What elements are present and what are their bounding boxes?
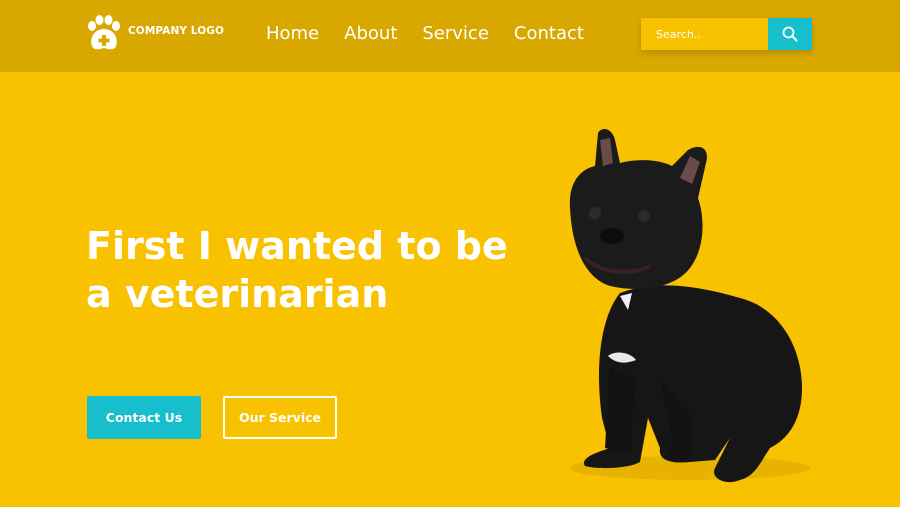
paw-plus-icon — [88, 15, 120, 50]
main-nav: Home About Service Contact — [266, 22, 584, 46]
french-bulldog-image — [569, 128, 810, 483]
search-input[interactable] — [641, 18, 768, 50]
logo-text: COMPANY LOGO — [128, 25, 224, 37]
site-header: COMPANY LOGO Home About Service Contact — [0, 0, 900, 72]
search-button[interactable] — [768, 18, 812, 50]
nav-contact[interactable]: Contact — [514, 22, 584, 46]
company-logo[interactable]: COMPANY LOGO — [86, 14, 224, 54]
search-bar — [641, 18, 812, 50]
nav-home[interactable]: Home — [266, 22, 319, 46]
nav-about[interactable]: About — [344, 22, 397, 46]
contact-us-button[interactable]: Contact Us — [87, 396, 201, 439]
search-icon — [782, 26, 798, 42]
our-service-button[interactable]: Our Service — [223, 396, 337, 439]
hero-title: First I wanted to be a veterinarian — [86, 224, 508, 316]
nav-service[interactable]: Service — [422, 22, 489, 46]
